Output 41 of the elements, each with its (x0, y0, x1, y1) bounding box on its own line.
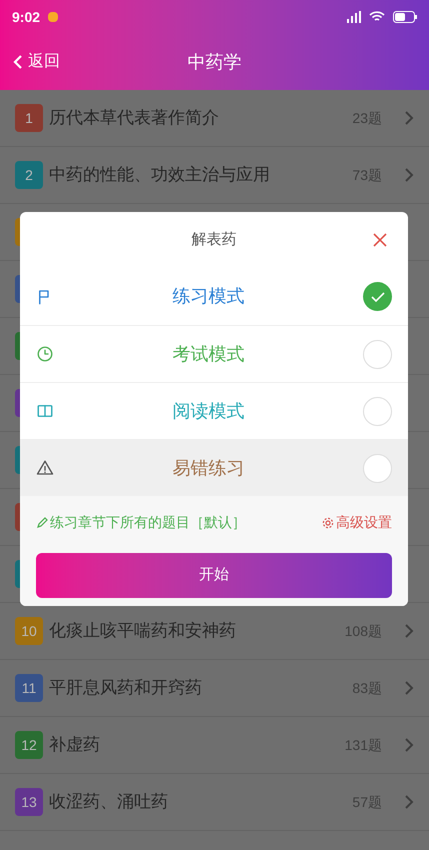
chapter-number-badge: 2 (15, 161, 43, 189)
mode-label: 练习模式 (172, 285, 246, 308)
chevron-right-icon (404, 167, 414, 183)
battery-icon (393, 11, 417, 23)
page-title: 中药学 (188, 51, 242, 74)
mode-label: 考试模式 (172, 342, 246, 366)
book-icon (36, 402, 54, 420)
chapter-title: 平肝息风药和开窍药 (49, 677, 203, 700)
notification-icon (48, 12, 58, 22)
chapter-title: 化痰止咳平喘药和安神药 (49, 620, 237, 642)
chapter-title: 补虚药 (49, 734, 101, 756)
back-button[interactable]: 返回 (12, 50, 60, 74)
chevron-left-icon (12, 54, 24, 70)
chapter-number-badge: 10 (15, 617, 43, 645)
mode-label: 易错练习 (172, 456, 246, 480)
status-time: 9:02 (12, 8, 40, 27)
chapter-number-badge: 13 (15, 788, 43, 816)
chevron-right-icon (404, 680, 414, 696)
chevron-right-icon (404, 794, 414, 810)
chapter-title: 收涩药、涌吐药 (49, 791, 169, 814)
gear-icon (322, 516, 334, 528)
mode-label: 阅读模式 (172, 400, 246, 422)
signal-icon (345, 11, 361, 23)
chapter-title: 历代本草代表著作简介 (49, 107, 220, 130)
chevron-right-icon (404, 737, 414, 753)
dialog-title: 解表药 (192, 230, 236, 250)
warning-icon (36, 459, 54, 477)
close-icon (373, 233, 387, 247)
start-button[interactable]: 开始 (36, 553, 392, 598)
chapter-number-badge: 1 (15, 104, 43, 132)
chevron-right-icon (404, 623, 414, 639)
mode-option[interactable]: 易错练习 (20, 439, 408, 496)
chapter-title: 中药的性能、功效主治与应用 (49, 164, 271, 186)
clock-icon (36, 345, 54, 363)
chapter-number-badge: 11 (15, 674, 43, 702)
practice-scope-text: 练习章节下所有的题目［默认］ (50, 513, 246, 532)
chevron-right-icon (404, 110, 414, 126)
wifi-icon (369, 11, 385, 23)
chapter-number-badge: 12 (15, 731, 43, 759)
pencil-icon (36, 516, 48, 528)
advanced-settings-link[interactable]: 高级设置 (322, 512, 392, 533)
